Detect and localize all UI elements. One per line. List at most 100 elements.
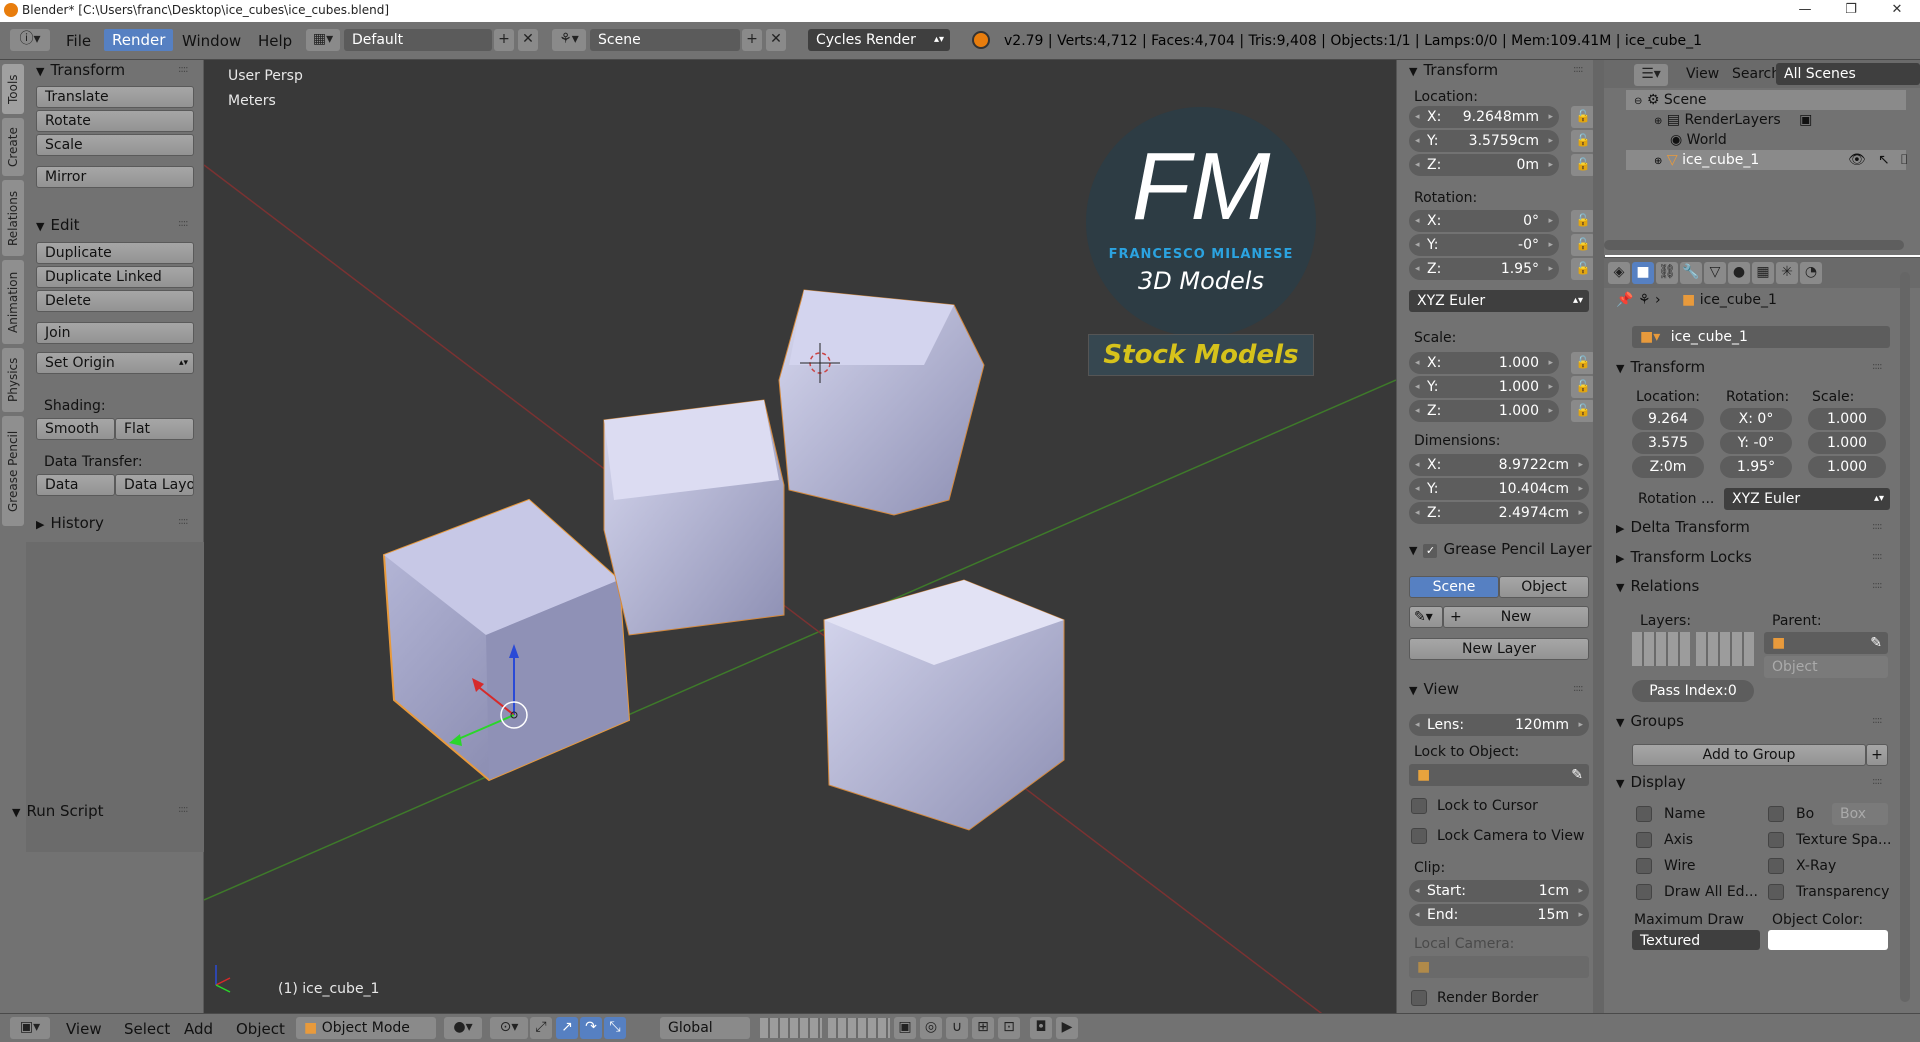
- texture-icon[interactable]: ▦: [1752, 262, 1774, 284]
- lock-layers-icon[interactable]: ▣: [894, 1017, 916, 1039]
- delete-button[interactable]: Delete: [36, 290, 194, 312]
- menu-select[interactable]: Select: [124, 1020, 170, 1038]
- ice-cube-4[interactable]: [823, 579, 1065, 831]
- obj-rot-x[interactable]: X: 0°: [1720, 408, 1792, 430]
- clip-start-field[interactable]: ◂ Start: 1cm ▸: [1409, 880, 1589, 902]
- tab-animation[interactable]: Animation: [2, 260, 24, 344]
- drag-grip-icon[interactable]: ::::: [1872, 715, 1883, 726]
- display-transparency-checkbox[interactable]: [1768, 884, 1784, 900]
- translate-button[interactable]: Translate: [36, 86, 194, 108]
- panel-header-history[interactable]: ▶ History: [36, 514, 104, 532]
- rotation-z-field[interactable]: ◂ Z: 1.95° ▸: [1409, 258, 1559, 280]
- tab-physics[interactable]: Physics: [2, 348, 24, 412]
- rotation-mode-dropdown[interactable]: XYZ Euler ▴▾: [1409, 290, 1589, 312]
- panel-header-groups[interactable]: ▼ Groups: [1616, 712, 1684, 730]
- collapse-icon[interactable]: ⊖: [1634, 96, 1642, 107]
- obj-scale-x[interactable]: 1.000: [1808, 408, 1886, 430]
- lock-icon[interactable]: 🔓: [1571, 258, 1595, 280]
- expand-icon[interactable]: ⊕: [1654, 116, 1662, 127]
- panel-header-delta-transform[interactable]: ▶ Delta Transform: [1616, 518, 1750, 536]
- modifiers-icon[interactable]: 🔧: [1680, 262, 1702, 284]
- rotate-manipulator-icon[interactable]: ↷: [580, 1017, 602, 1039]
- transform-orientation-dropdown[interactable]: Global: [660, 1017, 750, 1039]
- mirror-button[interactable]: Mirror: [36, 166, 194, 188]
- lock-icon[interactable]: 🔓: [1571, 400, 1595, 422]
- object-name-field[interactable]: ■▾ ice_cube_1: [1632, 326, 1890, 348]
- panel-header-display[interactable]: ▼ Display: [1616, 773, 1686, 791]
- display-name-checkbox[interactable]: [1636, 806, 1652, 822]
- drag-grip-icon[interactable]: ::::: [1872, 551, 1883, 562]
- menu-render[interactable]: Render: [104, 29, 174, 51]
- lock-icon[interactable]: 🔓: [1571, 352, 1595, 374]
- lock-icon[interactable]: 🔓: [1571, 376, 1595, 398]
- rotation-y-field[interactable]: ◂ Y: -0° ▸: [1409, 234, 1559, 256]
- obj-loc-x[interactable]: 9.264: [1632, 408, 1704, 430]
- lock-icon[interactable]: 🔓: [1571, 130, 1595, 152]
- object-context-icon[interactable]: ■: [1632, 262, 1654, 284]
- lock-icon[interactable]: 🔓: [1571, 106, 1595, 128]
- location-x-field[interactable]: ◂ X: 9.2648mm ▸: [1409, 106, 1559, 128]
- scale-z-field[interactable]: ◂ Z: 1.000 ▸: [1409, 400, 1559, 422]
- expand-icon[interactable]: ⊕: [1654, 156, 1662, 167]
- shade-smooth-button[interactable]: Smooth: [36, 418, 115, 440]
- tab-create[interactable]: Create: [2, 118, 24, 176]
- outliner-item-scene[interactable]: ⊖ ⚙ Scene: [1634, 92, 1707, 108]
- physics-icon[interactable]: ◔: [1800, 262, 1822, 284]
- editor-type-3dview-icon[interactable]: ▣▾: [10, 1017, 50, 1039]
- outliner-editor-icon[interactable]: ☰▾: [1634, 64, 1668, 86]
- panel-header-transform[interactable]: ▼ Transform: [36, 61, 125, 79]
- ice-cube-2[interactable]: [603, 399, 785, 636]
- obj-loc-y[interactable]: 3.575: [1632, 432, 1704, 454]
- snap-target-icon[interactable]: ⊡: [998, 1017, 1020, 1039]
- lock-icon[interactable]: 🔓: [1571, 234, 1595, 256]
- scene-icon[interactable]: ⚘▾: [552, 29, 586, 51]
- menu-window[interactable]: Window: [182, 32, 241, 50]
- material-icon[interactable]: ●: [1728, 262, 1750, 284]
- outliner-item-ice-cube[interactable]: ⊕ ▽ ice_cube_1: [1654, 152, 1759, 168]
- render-border-checkbox[interactable]: [1411, 990, 1427, 1006]
- editor-type-info-icon[interactable]: ⓘ▾: [10, 29, 50, 51]
- remove-scene-icon[interactable]: ✕: [766, 29, 786, 51]
- layers-grid-1[interactable]: [1632, 632, 1690, 666]
- ice-cube-3[interactable]: [778, 289, 985, 516]
- viewport-shading-icon[interactable]: ●▾: [444, 1017, 482, 1039]
- outliner-item-renderlayers[interactable]: ⊕ ▤ RenderLayers ▣: [1654, 112, 1812, 128]
- pass-index-field[interactable]: Pass Index:0: [1632, 680, 1754, 702]
- panel-header-view[interactable]: ▼ View: [1409, 680, 1459, 698]
- proportional-editing-icon[interactable]: ◎: [920, 1017, 942, 1039]
- drag-grip-icon[interactable]: ::::: [1573, 64, 1584, 75]
- scale-x-field[interactable]: ◂ X: 1.000 ▸: [1409, 352, 1559, 374]
- pivot-point-icon[interactable]: ⊙▾: [490, 1017, 528, 1039]
- drag-grip-icon[interactable]: ::::: [1872, 776, 1883, 787]
- visibility-eye-icon[interactable]: 👁: [1848, 152, 1866, 168]
- layers-grid-2[interactable]: [1696, 632, 1754, 666]
- display-bounds-checkbox[interactable]: [1768, 806, 1784, 822]
- mesh-data-icon[interactable]: ▽: [1704, 262, 1726, 284]
- renderability-camera-icon[interactable]: ⌷: [1900, 152, 1908, 168]
- tab-tools[interactable]: Tools: [2, 64, 24, 114]
- opengl-animation-icon[interactable]: ▶: [1056, 1017, 1078, 1039]
- parent-field[interactable]: ■ ✎: [1764, 632, 1888, 654]
- screen-layout-icon[interactable]: ▦▾: [306, 29, 340, 51]
- new-layer-button[interactable]: New Layer: [1409, 638, 1589, 660]
- drag-grip-icon[interactable]: ::::: [1872, 580, 1883, 591]
- lock-icon[interactable]: 🔓: [1571, 210, 1595, 232]
- display-xray-checkbox[interactable]: [1768, 858, 1784, 874]
- object-color-swatch[interactable]: [1768, 930, 1888, 950]
- add-layout-icon[interactable]: +: [494, 29, 514, 51]
- location-y-field[interactable]: ◂ Y: 3.5759cm ▸: [1409, 130, 1559, 152]
- properties-scrollbar[interactable]: [1900, 272, 1910, 1002]
- add-scene-icon[interactable]: +: [742, 29, 762, 51]
- obj-rot-y[interactable]: Y: -0°: [1720, 432, 1792, 454]
- duplicate-linked-button[interactable]: Duplicate Linked: [36, 266, 194, 288]
- obj-rot-z[interactable]: 1.95°: [1720, 456, 1792, 478]
- manipulator-toggle-icon[interactable]: ⤢: [530, 1017, 552, 1039]
- grease-new-button[interactable]: + New: [1443, 606, 1589, 628]
- display-texture-space-checkbox[interactable]: [1768, 832, 1784, 848]
- panel-header-relations[interactable]: ▼ Relations: [1616, 577, 1699, 595]
- lock-camera-checkbox[interactable]: [1411, 828, 1427, 844]
- menu-object[interactable]: Object: [236, 1020, 285, 1038]
- opengl-render-icon[interactable]: ◘: [1030, 1017, 1052, 1039]
- drag-grip-icon[interactable]: ::::: [1573, 683, 1584, 694]
- drag-grip-icon[interactable]: ::::: [1872, 361, 1883, 372]
